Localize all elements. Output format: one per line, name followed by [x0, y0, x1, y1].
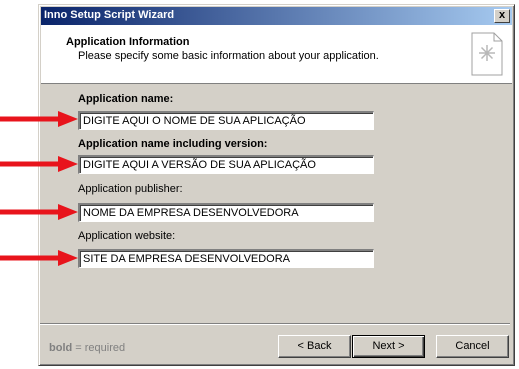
- page-title: Application Information: [66, 36, 190, 48]
- footer-divider: [40, 323, 510, 325]
- application-website-label: Application website:: [78, 230, 176, 242]
- red-arrow-icon: [0, 204, 78, 220]
- document-star-icon: [471, 32, 503, 76]
- red-arrow-icon: [0, 250, 78, 266]
- application-publisher-label: Application publisher:: [78, 183, 183, 195]
- window-title: Inno Setup Script Wizard: [44, 9, 175, 21]
- application-name-input[interactable]: DIGITE AQUI O NOME DE SUA APLICAÇÃO: [78, 111, 374, 130]
- cancel-button[interactable]: Cancel: [436, 335, 509, 358]
- application-name-label: Application name:: [78, 93, 174, 105]
- header-panel: Application Information Please specify s…: [41, 25, 512, 84]
- required-note-bold: bold: [49, 342, 73, 354]
- application-version-input[interactable]: DIGITE AQUI A VERSÃO DE SUA APLICAÇÃO: [78, 155, 374, 174]
- required-note: bold = required: [49, 342, 125, 354]
- application-version-label: Application name including version:: [78, 138, 268, 150]
- required-note-text: = required: [72, 342, 126, 354]
- application-publisher-input[interactable]: NOME DA EMPRESA DESENVOLVEDORA: [78, 203, 374, 222]
- red-arrow-icon: [0, 111, 78, 127]
- close-button[interactable]: x: [494, 9, 510, 23]
- page-subtitle: Please specify some basic information ab…: [78, 50, 379, 62]
- next-button[interactable]: Next >: [352, 335, 425, 358]
- application-website-input[interactable]: SITE DA EMPRESA DESENVOLVEDORA: [78, 249, 374, 268]
- red-arrow-icon: [0, 156, 78, 172]
- title-bar[interactable]: Inno Setup Script Wizard x: [41, 7, 512, 25]
- back-button[interactable]: < Back: [278, 335, 351, 358]
